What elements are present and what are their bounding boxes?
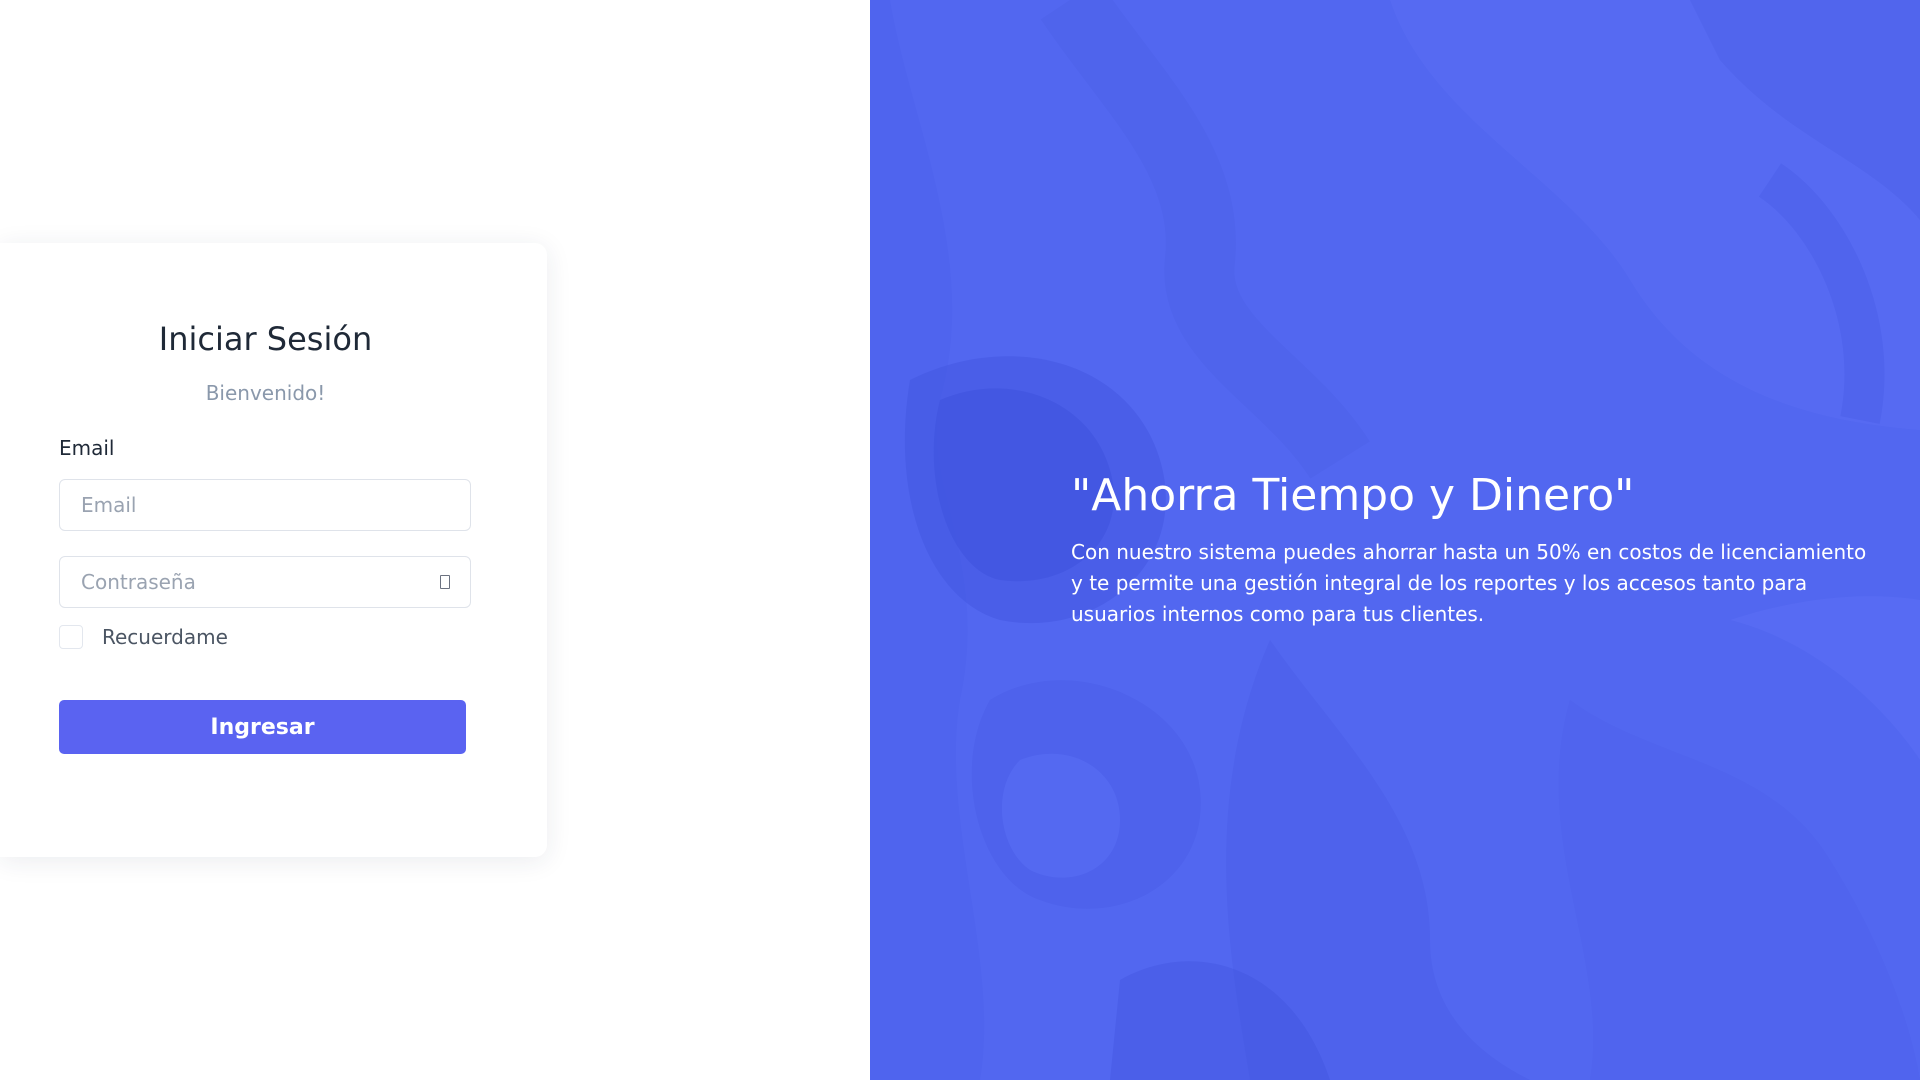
remember-label: Recuerdame xyxy=(102,625,228,649)
email-input[interactable] xyxy=(81,480,421,530)
promo-description: Con nuestro sistema puedes ahorrar hasta… xyxy=(1071,540,1867,626)
password-input[interactable] xyxy=(81,557,421,607)
login-button[interactable]: Ingresar xyxy=(59,700,466,754)
page-title: Iniciar Sesión xyxy=(158,320,373,358)
email-label: Email xyxy=(59,436,115,460)
email-field-container xyxy=(59,479,471,531)
remember-checkbox[interactable] xyxy=(59,625,83,649)
welcome-subtitle: Bienvenido! xyxy=(205,381,326,405)
login-panel: Iniciar Sesión Bienvenido! Email Recuerd… xyxy=(0,0,870,1080)
remember-me-row[interactable]: Recuerdame xyxy=(59,625,228,649)
login-page: Iniciar Sesión Bienvenido! Email Recuerd… xyxy=(0,0,1920,1080)
promo-panel: "Ahorra Tiempo y Dinero" Con nuestro sis… xyxy=(870,0,1920,1080)
eye-icon[interactable] xyxy=(440,575,450,589)
promo-headline: "Ahorra Tiempo y Dinero" xyxy=(1071,470,1635,521)
password-field-container xyxy=(59,556,471,608)
